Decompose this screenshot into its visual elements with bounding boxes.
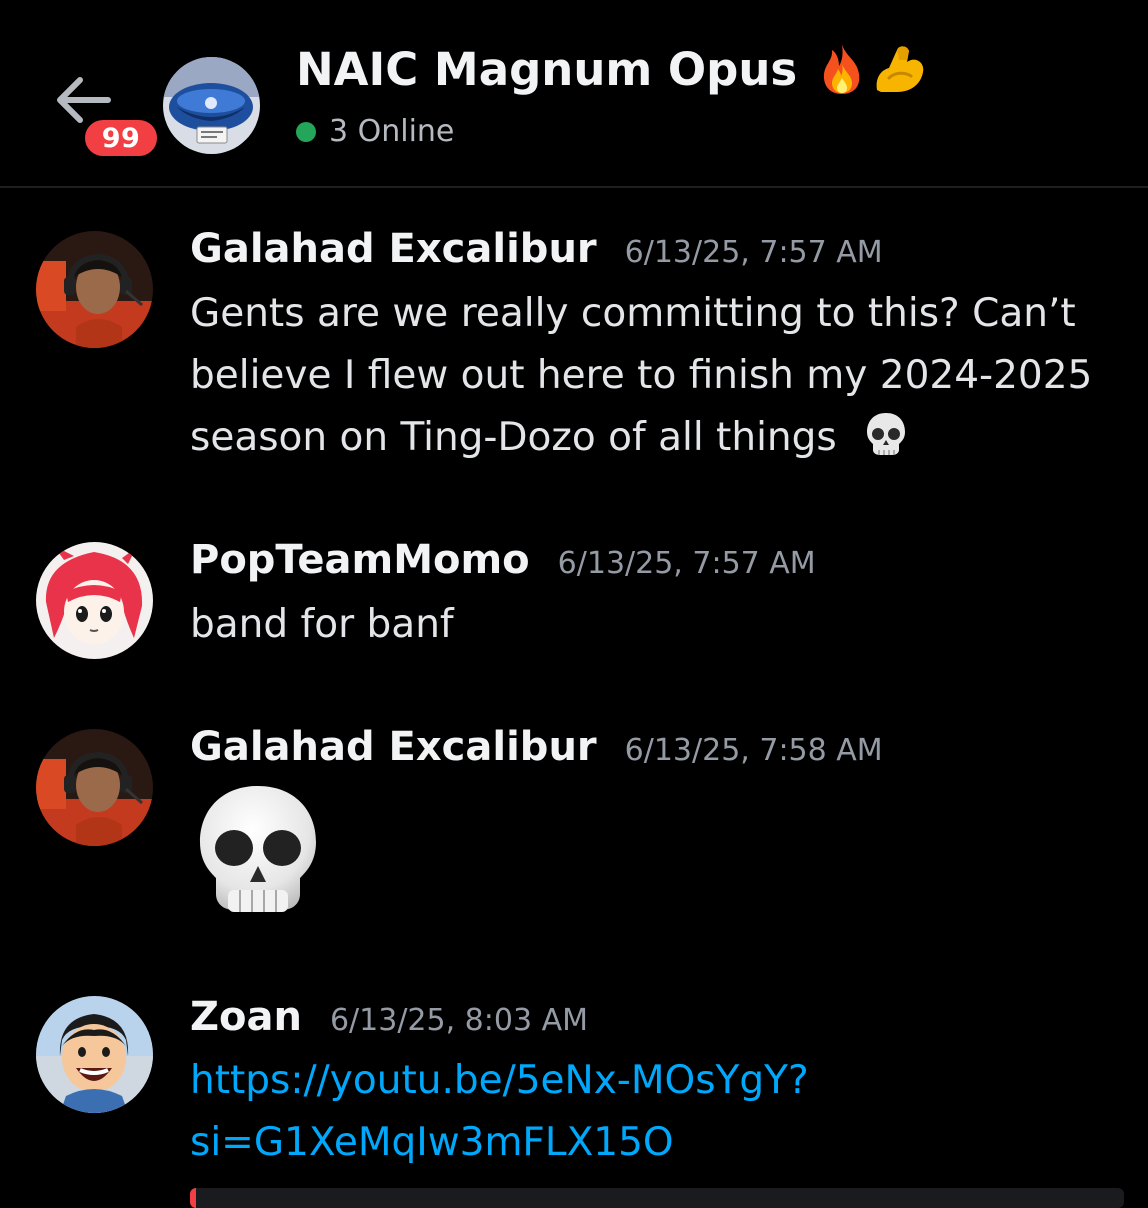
message-text-line: believe I flew out here to finish my 202… bbox=[190, 353, 1093, 398]
link-embed-preview[interactable] bbox=[190, 1188, 1124, 1208]
message-timestamp: 6/13/25, 7:58 AM bbox=[624, 733, 883, 768]
skull-emoji-icon bbox=[867, 413, 906, 455]
message-timestamp: 6/13/25, 7:57 AM bbox=[557, 546, 816, 581]
message-content: Gents are we really committing to this? … bbox=[190, 283, 1120, 469]
online-status: 3 Online bbox=[296, 114, 454, 149]
message-author[interactable]: PopTeamMomo bbox=[190, 537, 530, 583]
message-text-line: season on Ting-Dozo of all things bbox=[190, 407, 1120, 469]
channel-title-text: NAIC Magnum Opus bbox=[296, 42, 798, 96]
message-author[interactable]: Galahad Excalibur bbox=[190, 724, 597, 770]
message-text-line: band for banf bbox=[190, 602, 454, 647]
user-avatar[interactable] bbox=[36, 729, 153, 846]
message-timestamp: 6/13/25, 8:03 AM bbox=[329, 1003, 588, 1038]
message-link[interactable]: https://youtu.be/5eNx-MOsYgY? bbox=[190, 1050, 1120, 1112]
flexed-biceps-emoji-icon bbox=[876, 46, 924, 92]
user-avatar[interactable] bbox=[36, 542, 153, 659]
user-avatar[interactable] bbox=[36, 996, 153, 1113]
server-avatar[interactable] bbox=[163, 57, 260, 154]
message-content: band for banf bbox=[190, 594, 1120, 656]
fire-emoji-icon bbox=[824, 44, 860, 94]
channel-header: 99 NAIC Magnum Opus 3 Online bbox=[0, 0, 1148, 188]
online-count: 3 Online bbox=[329, 114, 455, 149]
message-timestamp: 6/13/25, 7:57 AM bbox=[624, 235, 883, 270]
message-author[interactable]: Zoan bbox=[190, 994, 302, 1040]
unread-count-badge: 99 bbox=[80, 115, 162, 161]
message-content: https://youtu.be/5eNx-MOsYgY? si=G1XeMqI… bbox=[190, 1050, 1120, 1174]
jumbo-skull-emoji-icon bbox=[196, 782, 320, 922]
user-avatar[interactable] bbox=[36, 231, 153, 348]
message-link[interactable]: si=G1XeMqIw3mFLX15O bbox=[190, 1112, 1120, 1174]
online-dot-icon bbox=[296, 121, 316, 142]
message-text-line: Gents are we really committing to this? … bbox=[190, 291, 1076, 336]
channel-title[interactable]: NAIC Magnum Opus bbox=[296, 42, 927, 96]
message-author[interactable]: Galahad Excalibur bbox=[190, 226, 597, 272]
